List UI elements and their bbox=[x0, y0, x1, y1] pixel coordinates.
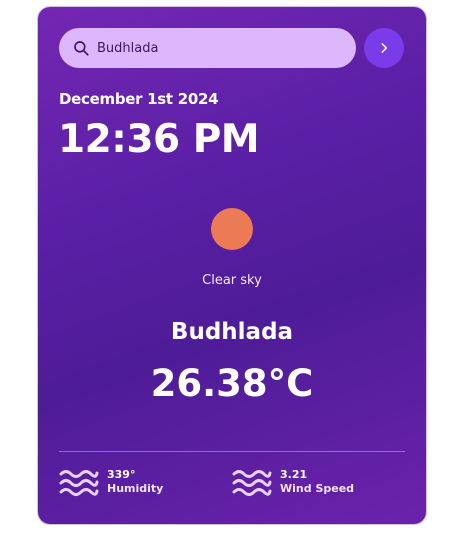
search-input-value[interactable]: Budhlada bbox=[97, 41, 158, 56]
wind-speed-label: Wind Speed bbox=[280, 482, 355, 495]
current-time: 12:36 PM bbox=[58, 117, 260, 162]
search-icon bbox=[72, 39, 90, 57]
humidity-label: Humidity bbox=[107, 482, 164, 495]
humidity-value: 339° bbox=[107, 468, 136, 482]
wind-speed-stat: 3.21 Wind Speed bbox=[232, 467, 354, 497]
humidity-stat: 339° Humidity bbox=[59, 467, 163, 497]
divider bbox=[59, 451, 405, 452]
temperature: 26.38°C bbox=[150, 362, 314, 405]
chevron-right-icon bbox=[377, 41, 391, 55]
current-date: December 1st 2024 bbox=[59, 90, 219, 108]
city-name: Budhlada bbox=[170, 319, 294, 345]
weather-condition: Clear sky bbox=[202, 273, 262, 288]
search-submit-button[interactable] bbox=[364, 28, 404, 68]
sun-icon bbox=[211, 208, 253, 250]
weather-card: Budhlada December 1st 2024 12:36 PM Clea… bbox=[38, 7, 426, 524]
waves-icon bbox=[59, 467, 99, 497]
search-input[interactable]: Budhlada bbox=[59, 28, 356, 68]
waves-icon bbox=[232, 467, 272, 497]
wind-speed-value: 3.21 bbox=[280, 468, 308, 482]
